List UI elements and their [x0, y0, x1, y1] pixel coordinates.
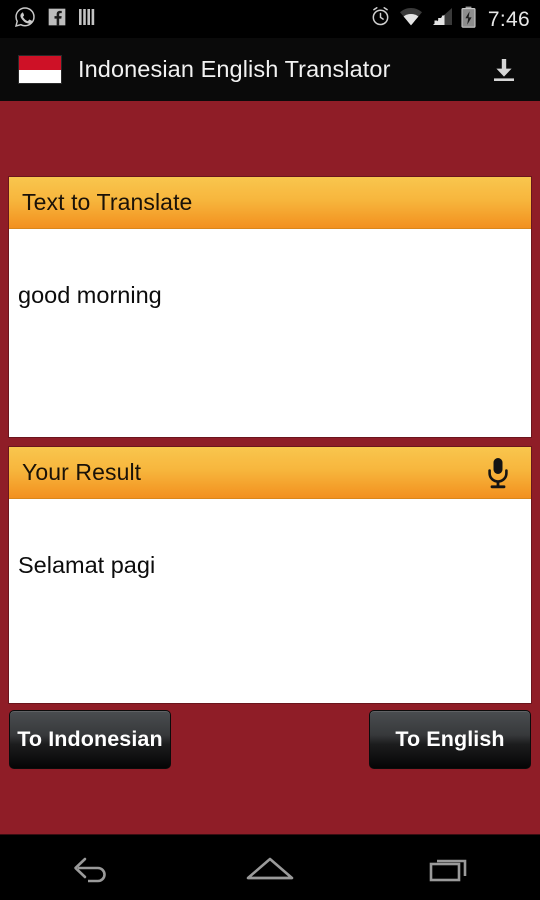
home-icon[interactable] — [222, 842, 318, 894]
your-result-value: Selamat pagi — [18, 552, 156, 578]
app-bar: Indonesian English Translator — [0, 38, 540, 101]
to-indonesian-button[interactable]: To Indonesian — [9, 709, 171, 769]
microphone-icon[interactable] — [479, 453, 517, 493]
wifi-icon — [399, 7, 423, 31]
status-bar: 7:46 — [0, 0, 540, 38]
flag-stripe-red — [19, 56, 61, 70]
app-root: 7:46 Indonesian English Translator Text … — [0, 0, 540, 900]
facebook-icon — [47, 7, 67, 32]
android-navigation-bar — [0, 834, 540, 900]
text-to-translate-header: Text to Translate — [9, 177, 531, 229]
status-bar-system: 7:46 — [370, 6, 530, 33]
flag-stripe-white — [19, 69, 61, 83]
back-icon[interactable] — [42, 842, 138, 894]
app-title: Indonesian English Translator — [78, 56, 391, 82]
your-result-output[interactable]: Selamat pagi — [9, 499, 531, 703]
your-result-title: Your Result — [22, 459, 142, 485]
to-english-label: To English — [395, 726, 505, 751]
download-icon[interactable] — [484, 50, 524, 90]
your-result-header: Your Result — [9, 447, 531, 499]
alarm-icon — [370, 6, 391, 32]
text-to-translate-input[interactable]: good morning — [9, 229, 531, 437]
barcode-icon — [78, 7, 97, 32]
main-content: Text to Translate good morning Your Resu… — [0, 101, 540, 834]
content-top-spacer — [9, 101, 531, 177]
recents-icon[interactable] — [402, 842, 498, 894]
battery-charging-icon — [461, 6, 476, 33]
to-english-button[interactable]: To English — [369, 709, 531, 769]
text-to-translate-title: Text to Translate — [22, 189, 193, 215]
status-bar-time: 7:46 — [487, 7, 530, 31]
signal-icon — [431, 7, 453, 31]
whatsapp-icon — [14, 6, 36, 33]
your-result-card: Your Result Selamat pagi — [9, 447, 531, 703]
text-to-translate-card: Text to Translate good morning — [9, 177, 531, 437]
status-bar-notifications — [14, 6, 97, 33]
content-bottom-spacer — [9, 769, 531, 834]
to-indonesian-label: To Indonesian — [17, 726, 163, 751]
translate-button-row: To Indonesian To English — [9, 709, 531, 769]
indonesia-flag-icon — [18, 55, 62, 84]
text-to-translate-value: good morning — [18, 282, 162, 308]
